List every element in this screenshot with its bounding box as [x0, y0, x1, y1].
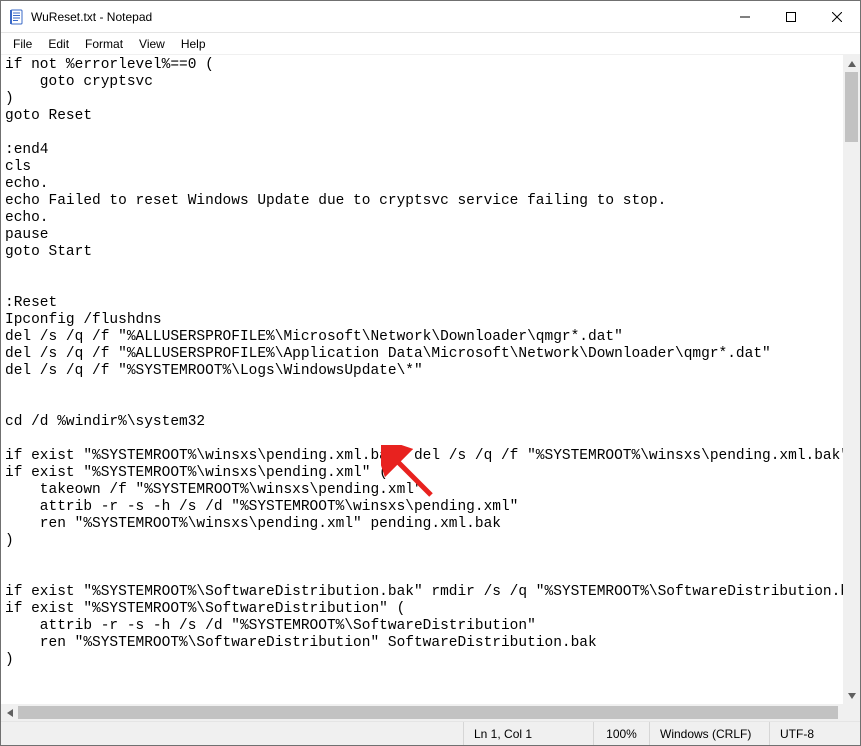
- scroll-track-h[interactable]: [18, 704, 826, 721]
- status-zoom: 100%: [594, 722, 650, 745]
- editor-area: if not %errorlevel%==0 ( goto cryptsvc )…: [1, 55, 860, 721]
- status-position: Ln 1, Col 1: [464, 722, 594, 745]
- vertical-scrollbar[interactable]: [843, 55, 860, 704]
- status-encoding: UTF-8: [770, 722, 860, 745]
- scroll-down-button[interactable]: [843, 687, 860, 704]
- scroll-thumb-v[interactable]: [845, 72, 858, 142]
- statusbar: Ln 1, Col 1 100% Windows (CRLF) UTF-8: [1, 721, 860, 745]
- horizontal-scrollbar[interactable]: [1, 704, 843, 721]
- menubar: File Edit Format View Help: [1, 33, 860, 55]
- menu-view[interactable]: View: [131, 35, 173, 53]
- notepad-app-icon: [9, 9, 25, 25]
- status-eol: Windows (CRLF): [650, 722, 770, 745]
- scrollbar-corner: [843, 704, 860, 721]
- menu-format[interactable]: Format: [77, 35, 131, 53]
- scroll-thumb-h[interactable]: [18, 706, 838, 719]
- close-button[interactable]: [814, 1, 860, 33]
- scroll-up-button[interactable]: [843, 55, 860, 72]
- scroll-track-v[interactable]: [843, 72, 860, 687]
- minimize-button[interactable]: [722, 1, 768, 33]
- notepad-window: WuReset.txt - Notepad File Edit Format V…: [0, 0, 861, 746]
- menu-edit[interactable]: Edit: [40, 35, 77, 53]
- maximize-button[interactable]: [768, 1, 814, 33]
- menu-file[interactable]: File: [5, 35, 40, 53]
- status-spacer: [1, 722, 464, 745]
- menu-help[interactable]: Help: [173, 35, 214, 53]
- titlebar[interactable]: WuReset.txt - Notepad: [1, 1, 860, 33]
- scroll-left-button[interactable]: [1, 704, 18, 721]
- window-title: WuReset.txt - Notepad: [31, 10, 722, 24]
- text-editor[interactable]: if not %errorlevel%==0 ( goto cryptsvc )…: [1, 55, 860, 721]
